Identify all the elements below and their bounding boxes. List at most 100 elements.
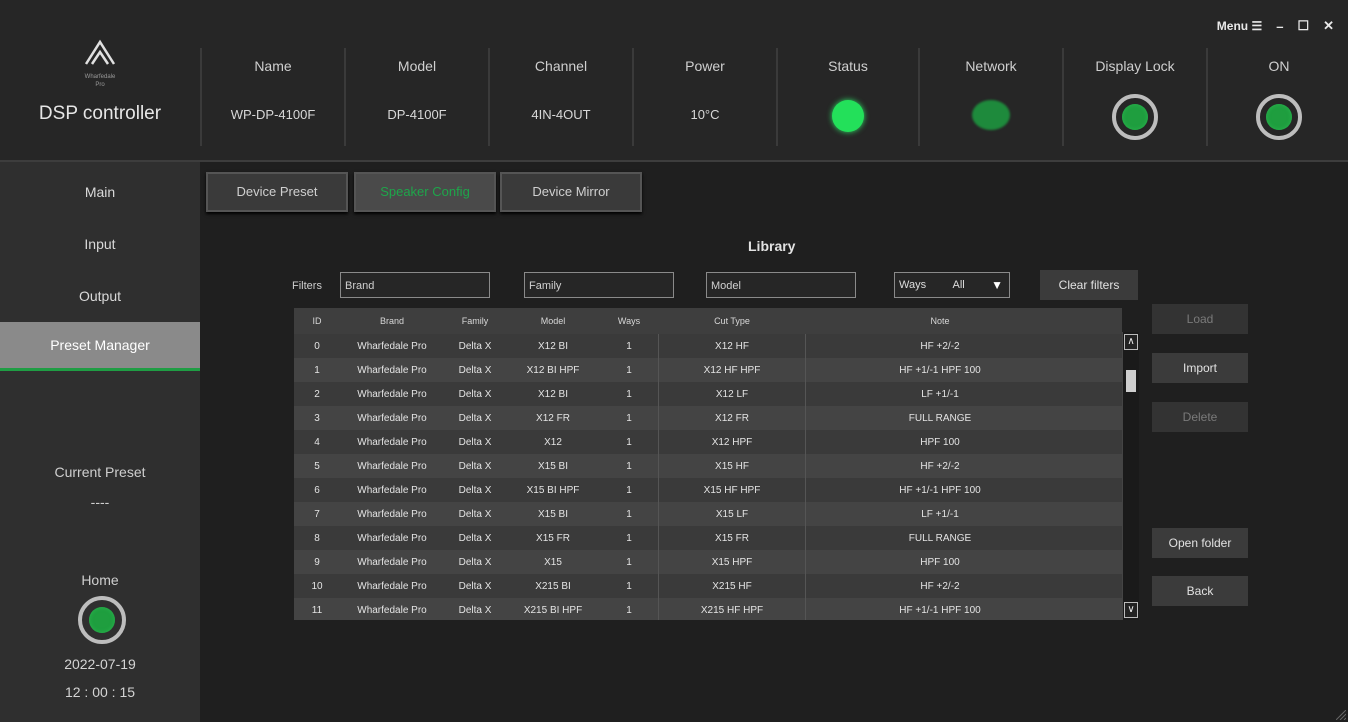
- cell-note: HPF 100: [920, 436, 960, 448]
- cell-model: X15: [544, 556, 562, 568]
- cell-note: HF +2/-2: [920, 340, 960, 352]
- power-toggle-icon[interactable]: [1256, 94, 1302, 140]
- row-spacer: [1074, 334, 1122, 358]
- delete-button[interactable]: Delete: [1152, 402, 1248, 432]
- cell-brand: Wharfedale Pro: [357, 388, 427, 400]
- power-on-column: ON: [1206, 48, 1348, 146]
- scroll-up-icon[interactable]: ∧: [1124, 334, 1138, 350]
- wharfedale-logo-icon: [84, 39, 116, 65]
- home-toggle-icon[interactable]: [78, 596, 126, 644]
- table-row[interactable]: 1 Wharfedale Pro Delta X X12 BI HPF 1 X12 HF …: [294, 358, 1122, 382]
- cell-cut-type: X15 HF HPF: [658, 478, 806, 502]
- resize-grip-icon[interactable]: [1336, 710, 1346, 720]
- table-row[interactable]: 10 Wharfedale Pro Delta X X215 BI 1 X215 HF HF…: [294, 574, 1122, 598]
- cell-ways: 1: [626, 556, 632, 568]
- tab-device-preset[interactable]: Device Preset: [206, 172, 348, 212]
- chevron-down-icon: ▼: [991, 278, 1003, 292]
- table-row[interactable]: 3 Wharfedale Pro Delta X X12 FR 1 X12 FR FULL …: [294, 406, 1122, 430]
- cell-note: HF +1/-1 HPF 100: [899, 484, 981, 496]
- table-row[interactable]: 7 Wharfedale Pro Delta X X15 BI 1 X15 LF LF +1…: [294, 502, 1122, 526]
- cell-family: Delta X: [458, 364, 492, 376]
- device-name-value: WP-DP-4100F: [230, 107, 316, 122]
- sidebar-item-preset-manager[interactable]: Preset Manager: [0, 322, 200, 371]
- table-row[interactable]: 4 Wharfedale Pro Delta X X12 1 X12 HPF HPF 100: [294, 430, 1122, 454]
- cell-family: Delta X: [458, 532, 492, 544]
- library-table: ID Brand Family Model Ways Cut Type Note…: [294, 308, 1122, 620]
- column-header-cut-type[interactable]: Cut Type: [658, 308, 806, 334]
- table-scrollbar[interactable]: ∧ ∨: [1122, 332, 1139, 620]
- tab-device-mirror[interactable]: Device Mirror: [500, 172, 642, 212]
- column-header-brand[interactable]: Brand: [340, 308, 444, 334]
- scroll-thumb[interactable]: [1126, 370, 1136, 392]
- scroll-down-icon[interactable]: ∨: [1124, 602, 1138, 618]
- logo-text-2: Pro: [95, 82, 105, 88]
- clear-filters-button[interactable]: Clear filters: [1040, 270, 1138, 300]
- row-spacer: [1074, 358, 1122, 382]
- device-power-value: 10°C: [690, 107, 720, 122]
- import-button[interactable]: Import: [1152, 353, 1248, 383]
- cell-family: Delta X: [458, 388, 492, 400]
- cell-id: 0: [314, 340, 320, 352]
- sidebar-item-input[interactable]: Input: [0, 236, 200, 252]
- table-row[interactable]: 11 Wharfedale Pro Delta X X215 BI HPF 1 X215 …: [294, 598, 1122, 620]
- minimize-button[interactable]: –: [1276, 19, 1283, 34]
- cell-model: X15 BI: [537, 460, 569, 472]
- logo-text-1: Wharfedale: [84, 74, 116, 80]
- device-channel-value: 4IN-4OUT: [531, 107, 591, 122]
- cell-brand: Wharfedale Pro: [357, 532, 427, 544]
- cell-ways: 1: [626, 436, 632, 448]
- device-model-label: Model: [397, 58, 437, 74]
- network-indicator-icon: [972, 100, 1010, 130]
- device-name-label: Name: [254, 58, 292, 74]
- tab-speaker-config[interactable]: Speaker Config: [354, 172, 496, 212]
- cell-ways: 1: [626, 388, 632, 400]
- back-button[interactable]: Back: [1152, 576, 1248, 606]
- column-header-family[interactable]: Family: [444, 308, 506, 334]
- column-header-model[interactable]: Model: [506, 308, 600, 334]
- brand-filter-input[interactable]: Brand: [340, 272, 490, 298]
- table-row[interactable]: 5 Wharfedale Pro Delta X X15 BI 1 X15 HF HF +2…: [294, 454, 1122, 478]
- table-row[interactable]: 2 Wharfedale Pro Delta X X12 BI 1 X12 LF LF +1…: [294, 382, 1122, 406]
- device-model-column: Model DP-4100F: [344, 48, 488, 146]
- header-spacer: [1074, 308, 1122, 334]
- load-button[interactable]: Load: [1152, 304, 1248, 334]
- table-row[interactable]: 6 Wharfedale Pro Delta X X15 BI HPF 1 X15 HF …: [294, 478, 1122, 502]
- cell-model: X12 BI: [537, 388, 569, 400]
- menu-button[interactable]: Menu ☰: [1217, 19, 1262, 33]
- model-filter-input[interactable]: Model: [706, 272, 856, 298]
- cell-family: Delta X: [458, 460, 492, 472]
- cell-family: Delta X: [458, 556, 492, 568]
- close-button[interactable]: ✕: [1323, 18, 1334, 34]
- maximize-button[interactable]: ☐: [1297, 18, 1309, 34]
- cell-id: 10: [311, 580, 323, 592]
- table-row[interactable]: 8 Wharfedale Pro Delta X X15 FR 1 X15 FR FULL …: [294, 526, 1122, 550]
- cell-id: 11: [311, 604, 323, 616]
- ways-dropdown[interactable]: Ways All ▼: [894, 272, 1010, 298]
- sidebar-item-output[interactable]: Output: [0, 288, 200, 304]
- cell-id: 3: [314, 412, 320, 424]
- cell-id: 5: [314, 460, 320, 472]
- open-folder-button[interactable]: Open folder: [1152, 528, 1248, 558]
- family-filter-input[interactable]: Family: [524, 272, 674, 298]
- cell-model: X12: [544, 436, 562, 448]
- cell-brand: Wharfedale Pro: [357, 340, 427, 352]
- row-spacer: [1074, 550, 1122, 574]
- time-display: 12 : 00 : 15: [64, 684, 136, 700]
- device-channel-label: Channel: [534, 58, 588, 74]
- cell-cut-type: X12 HF HPF: [658, 358, 806, 382]
- display-lock-label: Display Lock: [1095, 58, 1175, 74]
- device-status-label: Status: [828, 58, 868, 74]
- column-header-note[interactable]: Note: [806, 308, 1074, 334]
- table-row[interactable]: 9 Wharfedale Pro Delta X X15 1 X15 HPF HPF 100: [294, 550, 1122, 574]
- header-bar: Wharfedale Pro DSP controller Name WP-DP…: [0, 0, 1348, 162]
- device-channel-column: Channel 4IN-4OUT: [488, 48, 632, 146]
- cell-brand: Wharfedale Pro: [357, 580, 427, 592]
- cell-cut-type: X12 HF: [658, 334, 806, 358]
- cell-cut-type: X15 HF: [658, 454, 806, 478]
- cell-note: LF +1/-1: [921, 388, 959, 400]
- column-header-ways[interactable]: Ways: [600, 308, 658, 334]
- table-row[interactable]: 0 Wharfedale Pro Delta X X12 BI 1 X12 HF HF +2…: [294, 334, 1122, 358]
- sidebar-item-main[interactable]: Main: [0, 184, 200, 200]
- display-lock-toggle-icon[interactable]: [1112, 94, 1158, 140]
- column-header-id[interactable]: ID: [294, 308, 340, 334]
